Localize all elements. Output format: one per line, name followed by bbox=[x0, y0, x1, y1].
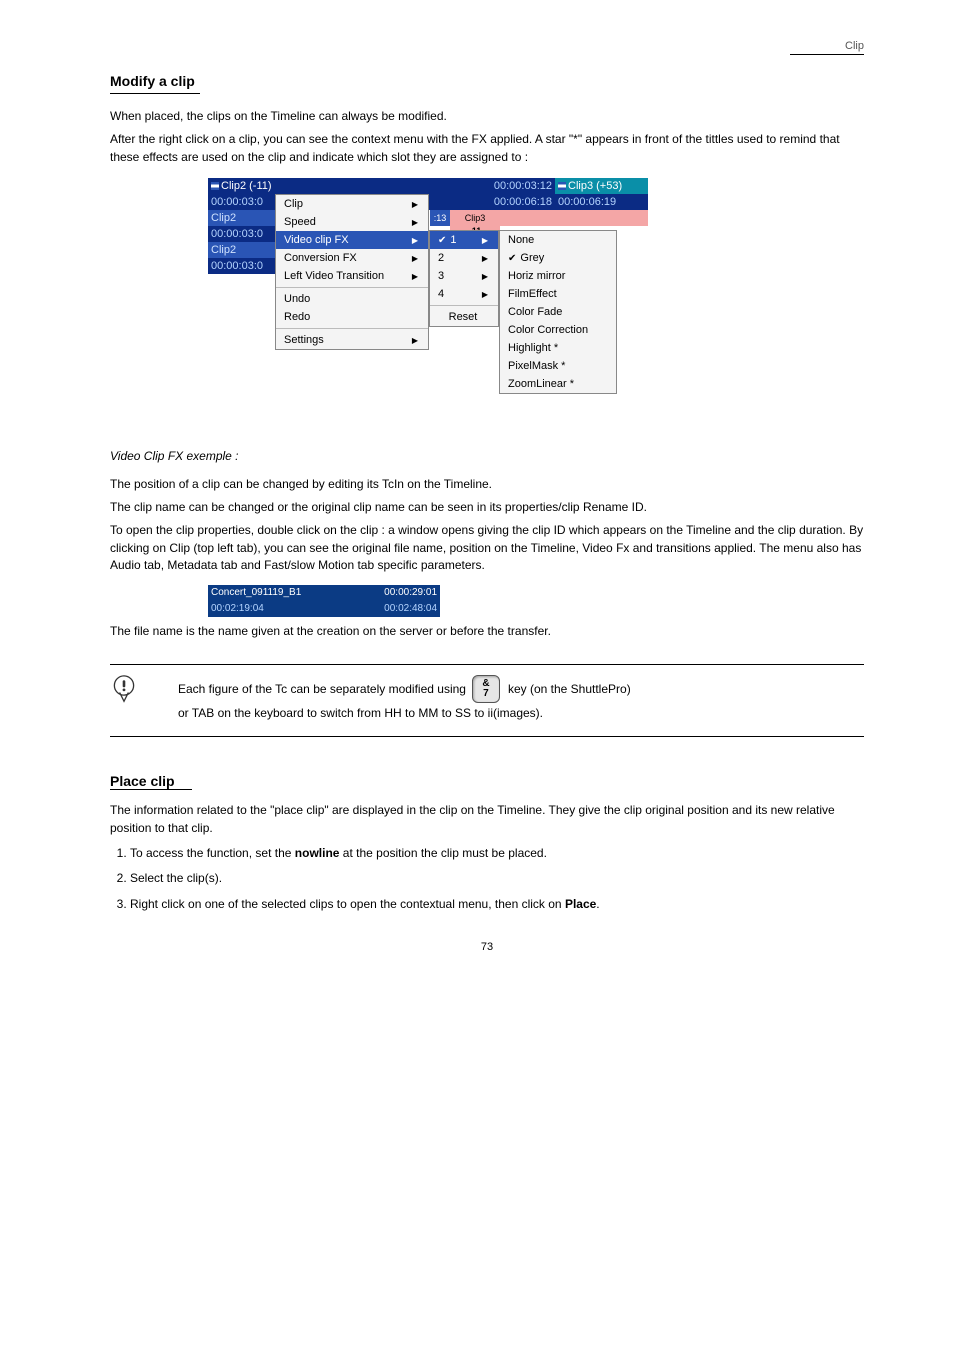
section-title-place: Place clip bbox=[110, 773, 864, 789]
header-rule bbox=[790, 54, 864, 55]
para: When placed, the clips on the Timeline c… bbox=[110, 108, 864, 125]
menu-item[interactable]: 4 bbox=[430, 285, 498, 303]
submenu-fx: None Grey Horiz mirror FilmEffect Color … bbox=[499, 230, 617, 394]
section-underline bbox=[110, 789, 192, 790]
menu-item-selected[interactable]: 1 bbox=[430, 231, 498, 249]
clip-tcout: 00:02:48:04 bbox=[384, 603, 437, 614]
clip-tc: 00:00:03:0 bbox=[208, 258, 275, 274]
menu-item[interactable]: Grey bbox=[500, 249, 616, 267]
clip-chip: :13 bbox=[430, 210, 450, 226]
menu-item[interactable]: PixelMask * bbox=[500, 357, 616, 375]
para: The clip name can be changed or the orig… bbox=[110, 499, 864, 516]
para: The file name is the name given at the c… bbox=[110, 623, 864, 640]
figure-caption: Video Clip FX exemple : bbox=[110, 448, 864, 465]
clip-tcin: 00:02:19:04 bbox=[211, 603, 264, 614]
list-item: To access the function, set the nowline … bbox=[130, 845, 864, 862]
clip-duration: 00:00:29:01 bbox=[384, 587, 437, 598]
list-item: Right click on one of the selected clips… bbox=[130, 896, 864, 913]
clip-tc: 00:00:03:12 bbox=[275, 178, 555, 194]
clip-tc: 00:00:06:19 bbox=[555, 194, 648, 210]
clip-label: Clip2 (-11) bbox=[208, 178, 275, 194]
menu-item[interactable]: ZoomLinear * bbox=[500, 375, 616, 393]
list-item: Select the clip(s). bbox=[130, 870, 864, 887]
context-menu: Clip Speed Video clip FX Conversion FX L… bbox=[275, 194, 429, 350]
clip-label: Clip2 bbox=[208, 242, 275, 258]
exclamation-icon bbox=[110, 675, 138, 703]
menu-item-selected[interactable]: Video clip FX bbox=[276, 231, 428, 249]
section-underline bbox=[110, 93, 200, 94]
clip-tc: 00:00:03:0 bbox=[208, 194, 275, 210]
para: The position of a clip can be changed by… bbox=[110, 476, 864, 493]
menu-item[interactable]: Horiz mirror bbox=[500, 267, 616, 285]
submenu-slots: 1 2 3 4 Reset bbox=[429, 230, 499, 327]
menu-item[interactable]: Undo bbox=[276, 290, 428, 308]
clip-label: Clip3 (+53) bbox=[555, 178, 648, 194]
menu-item[interactable]: Redo bbox=[276, 308, 428, 326]
key-icon: &7 bbox=[472, 675, 502, 705]
clip-chip: Clip3 bbox=[450, 210, 500, 226]
menu-item[interactable]: Reset bbox=[430, 308, 498, 326]
para: The information related to the "place cl… bbox=[110, 802, 864, 837]
clip-tc: 00:00:03:0 bbox=[208, 226, 275, 242]
steps-list: To access the function, set the nowline … bbox=[110, 845, 864, 913]
menu-item[interactable]: Color Fade bbox=[500, 303, 616, 321]
para: After the right click on a clip, you can… bbox=[110, 131, 864, 166]
menu-item[interactable]: Highlight * bbox=[500, 339, 616, 357]
menu-item[interactable]: Clip bbox=[276, 195, 428, 213]
clip-spacer bbox=[500, 210, 648, 226]
menu-item[interactable]: 3 bbox=[430, 267, 498, 285]
menu-item[interactable]: Conversion FX bbox=[276, 249, 428, 267]
figure-context-menu: Clip2 (-11) 00:00:03:12 Clip3 (+53) 00:0… bbox=[208, 178, 648, 442]
figure-clip-properties: Concert_091119_B1 00:00:29:01 00:02:19:0… bbox=[208, 585, 440, 617]
note-block: Each figure of the Tc can be separately … bbox=[110, 664, 864, 737]
note-text: Each figure of the Tc can be separately … bbox=[178, 675, 864, 722]
menu-item[interactable]: None bbox=[500, 231, 616, 249]
menu-item[interactable]: Left Video Transition bbox=[276, 267, 428, 285]
menu-item[interactable]: Settings bbox=[276, 331, 428, 349]
header-breadcrumb: Clip bbox=[110, 40, 864, 52]
menu-item[interactable]: FilmEffect bbox=[500, 285, 616, 303]
para: To open the clip properties, double clic… bbox=[110, 522, 864, 574]
page-number: 73 bbox=[110, 941, 864, 953]
menu-item[interactable]: 2 bbox=[430, 249, 498, 267]
clip-name: Concert_091119_B1 bbox=[211, 587, 301, 598]
clip-label: Clip2 bbox=[208, 210, 275, 226]
section-title-modify: Modify a clip bbox=[110, 73, 864, 89]
menu-item[interactable]: Color Correction bbox=[500, 321, 616, 339]
menu-item[interactable]: Speed bbox=[276, 213, 428, 231]
